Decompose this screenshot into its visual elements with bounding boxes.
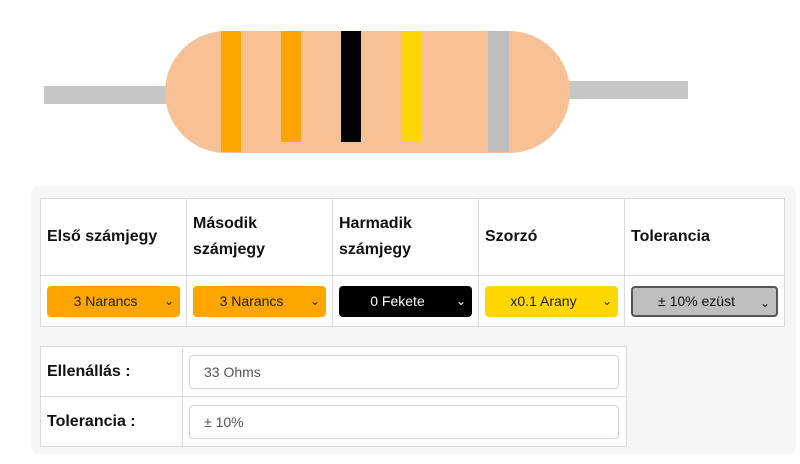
chevron-down-icon: ⌄ <box>601 293 612 308</box>
second-digit-select[interactable]: 3 Narancs ⌄ <box>193 285 326 317</box>
tolerance-output[interactable]: ± 10% <box>189 404 619 439</box>
multiplier-select[interactable]: x0.1 Arany ⌄ <box>485 285 618 317</box>
third-digit-value: 0 Fekete <box>370 293 425 309</box>
band-select-row: 3 Narancs ⌄ 3 Narancs ⌄ 0 Fekete ⌄ x0.1 … <box>40 275 785 327</box>
resistor-lead-left <box>44 86 178 104</box>
chevron-down-icon: ⌄ <box>309 293 320 308</box>
chevron-down-icon: ⌄ <box>163 293 174 308</box>
third-digit-select[interactable]: 0 Fekete ⌄ <box>339 285 472 317</box>
chevron-down-icon: ⌄ <box>759 295 770 310</box>
header-multiplier: Szorzó <box>478 198 625 276</box>
resistance-output[interactable]: 33 Ohms <box>189 354 619 389</box>
header-third-digit: Harmadik számjegy <box>332 198 479 276</box>
chevron-down-icon: ⌄ <box>455 293 466 308</box>
tolerance-select[interactable]: ± 10% ezüst ⌄ <box>631 285 778 317</box>
resistor-illustration <box>0 0 800 180</box>
resistor-band-4 <box>401 31 421 142</box>
header-tolerance: Tolerancia <box>624 198 785 276</box>
resistor-band-3 <box>341 31 361 142</box>
tolerance-select-value: ± 10% ezüst <box>658 293 735 309</box>
tolerance-row: Tolerancia : ± 10% <box>40 396 627 447</box>
resistance-row: Ellenállás : 33 Ohms <box>40 346 627 397</box>
header-first-digit: Első számjegy <box>40 198 187 276</box>
resistor-band-5 <box>488 31 509 152</box>
band-header-row: Első számjegy Második számjegy Harmadik … <box>40 198 785 276</box>
multiplier-value: x0.1 Arany <box>510 293 577 309</box>
first-digit-value: 3 Narancs <box>73 293 138 309</box>
band-selector-table: Első számjegy Második számjegy Harmadik … <box>40 198 785 327</box>
resistor-band-1 <box>221 31 241 152</box>
resistance-label: Ellenállás : <box>40 346 183 397</box>
second-digit-value: 3 Narancs <box>219 293 284 309</box>
resistor-lead-right <box>556 81 688 99</box>
header-second-digit: Második számjegy <box>186 198 333 276</box>
resistor-band-2 <box>281 31 301 142</box>
first-digit-select[interactable]: 3 Narancs ⌄ <box>47 285 180 317</box>
result-table: Ellenállás : 33 Ohms Tolerancia : ± 10% <box>40 346 627 447</box>
tolerance-label: Tolerancia : <box>40 396 183 447</box>
